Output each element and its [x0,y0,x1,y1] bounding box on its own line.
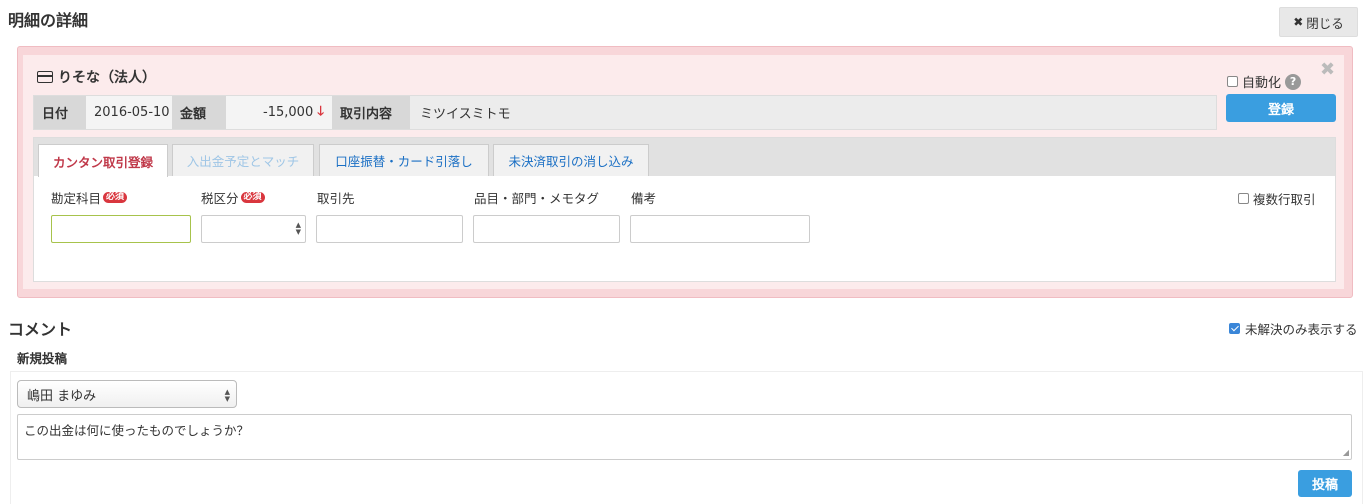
help-icon[interactable]: ? [1285,73,1302,90]
register-button[interactable]: 登録 [1226,94,1336,122]
user-select-value: 嶋田 まゆみ [27,388,97,404]
unresolved-filter[interactable]: 未解決のみ表示する [1229,319,1358,338]
comment-text: この出金は何に使ったものでしょうか？ [24,423,250,438]
user-select[interactable]: 嶋田 まゆみ ▲ ▼ [17,380,237,408]
new-post-heading: 新規投稿 [17,351,68,366]
date-label: 日付 [34,96,86,129]
credit-card-icon [37,71,53,83]
account-item-text: 勘定科目 [51,191,102,206]
tab-unsettled-clear[interactable]: 未決済取引の消し込み [493,144,649,176]
tax-text: 税区分 [201,191,239,206]
multi-row-checkbox[interactable] [1238,193,1249,204]
multi-row-label: 複数行取引 [1253,192,1316,207]
comment-textarea[interactable]: この出金は何に使ったものでしょうか？ ◢ [17,414,1352,460]
unresolved-checkbox[interactable] [1229,323,1240,334]
partner-label: 取引先 [317,191,355,206]
tab-schedule-match[interactable]: 入出金予定とマッチ [172,144,314,176]
amount-cell: -15,000 🡓 [226,96,332,129]
down-arrow-icon: 🡓 [317,103,324,119]
dismiss-icon[interactable]: ✖ [1320,59,1335,80]
required-badge: 必須 [240,192,265,203]
auto-toggle[interactable]: 自動化 ? [1227,72,1302,91]
registration-panel: カンタン取引登録 入出金予定とマッチ 口座振替・カード引落し 未決済取引の消し込… [33,137,1336,282]
content-value: ミツイスミトモ [410,96,1216,129]
close-button-label: 閉じる [1306,15,1344,31]
close-button[interactable]: ✖ 閉じる [1279,7,1358,37]
account-item-label: 勘定科目 必須 [51,188,128,207]
tab-transfer-card[interactable]: 口座振替・カード引落し [319,144,489,176]
account-title: りそな（法人） [37,67,156,87]
item-label: 品目・部門・メモタグ [474,191,600,206]
item-input[interactable] [473,215,620,243]
tax-select[interactable]: ▲ ▼ [201,215,306,243]
amount-label: 金額 [172,96,226,129]
date-value: 2016-05-10 [86,96,172,129]
note-input[interactable] [630,215,810,243]
select-arrows-icon: ▲ ▼ [295,221,301,236]
multi-row-toggle[interactable]: 複数行取引 [1238,189,1316,208]
comments-title: コメント [8,320,73,339]
page-title: 明細の詳細 [8,11,89,30]
resize-grip-icon[interactable]: ◢ [1343,448,1349,457]
auto-checkbox[interactable] [1227,76,1238,87]
select-arrows-icon: ▲ ▼ [224,388,230,403]
amount-value: -15,000 [263,105,314,120]
transaction-info-row: 日付 2016-05-10 金額 -15,000 🡓 取引内容 ミツイスミトモ [33,95,1217,130]
required-badge: 必須 [103,192,128,203]
auto-label: 自動化 [1242,76,1282,91]
close-icon: ✖ [1293,15,1304,29]
content-label: 取引内容 [332,96,410,129]
partner-input[interactable] [316,215,463,243]
note-label: 備考 [631,191,657,206]
post-button[interactable]: 投稿 [1298,470,1352,497]
tax-label: 税区分 必須 [201,188,265,207]
tab-easy-register[interactable]: カンタン取引登録 [38,144,168,177]
account-item-input[interactable] [51,215,191,243]
unresolved-label: 未解決のみ表示する [1245,322,1358,337]
account-name: りそな（法人） [58,70,156,86]
